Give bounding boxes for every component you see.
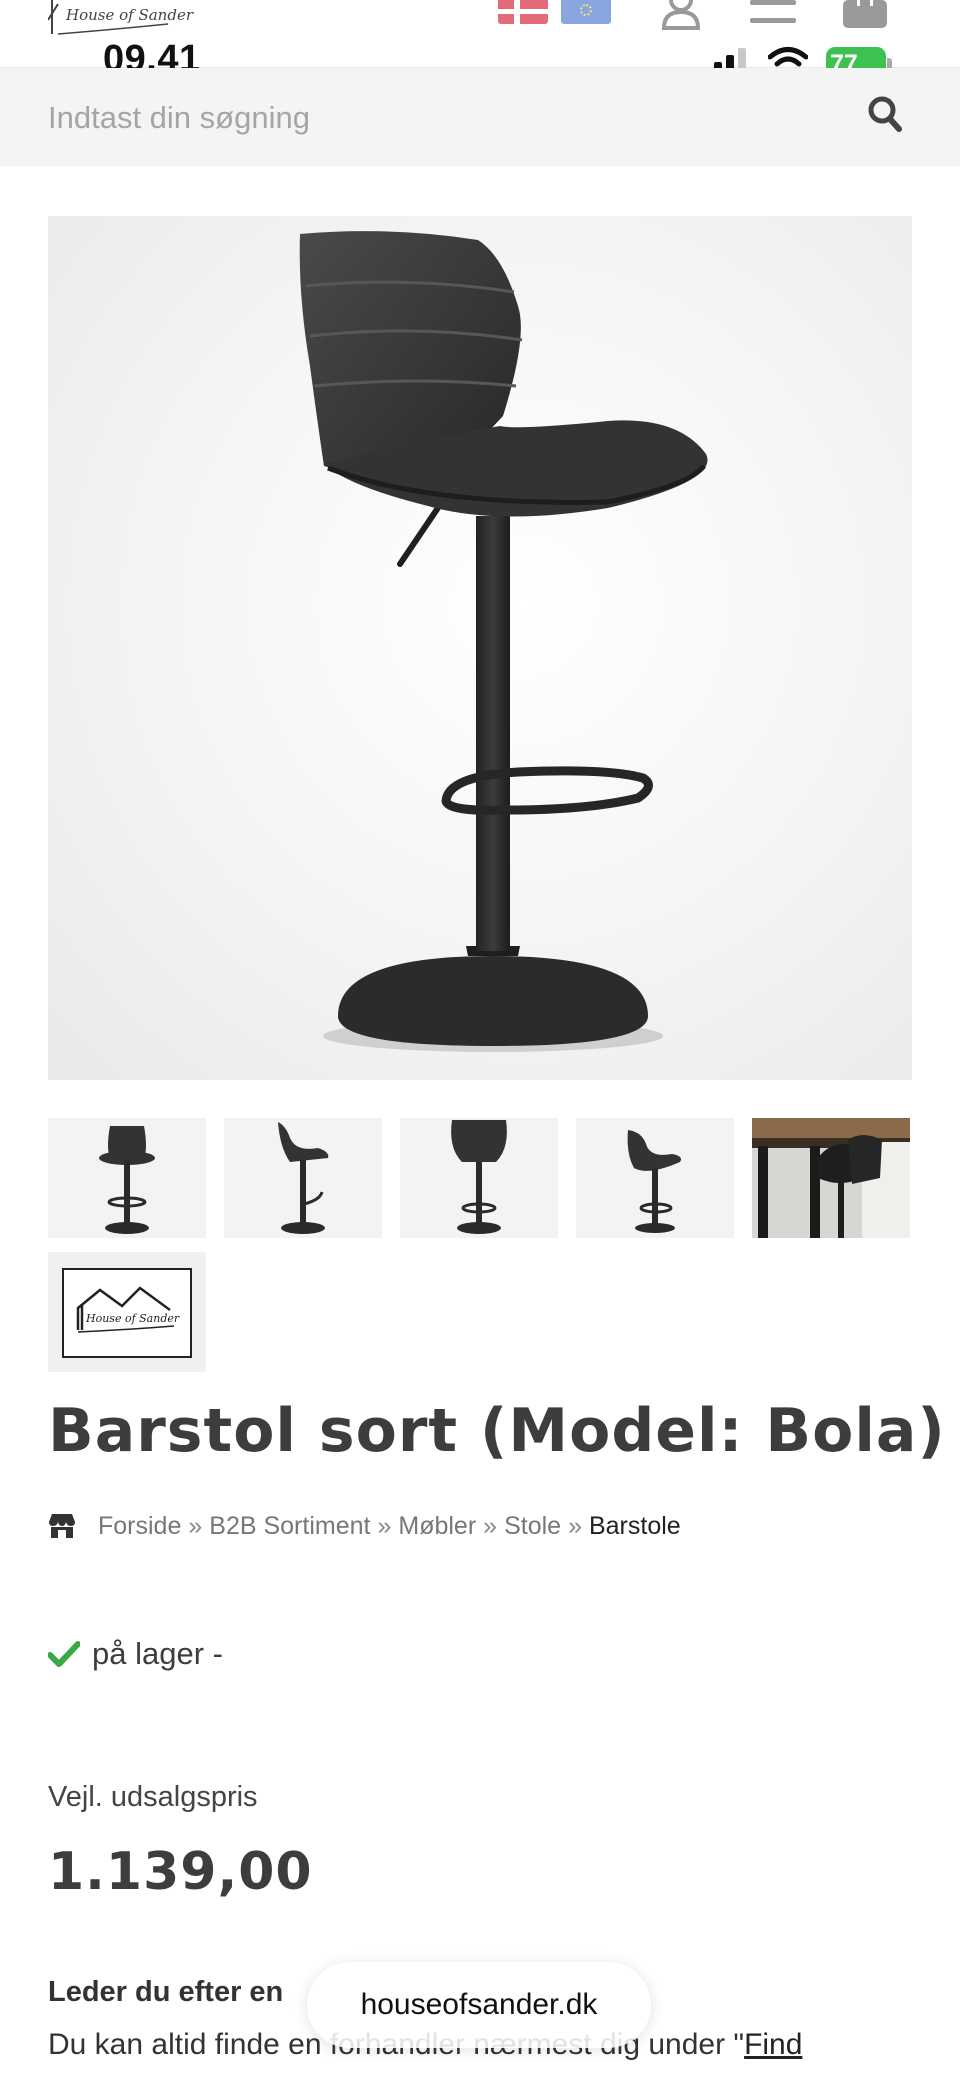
search-bar xyxy=(0,68,960,166)
product-thumbnail[interactable] xyxy=(752,1118,910,1238)
product-thumbnail[interactable] xyxy=(224,1118,382,1238)
breadcrumb-separator: » xyxy=(483,1511,498,1540)
user-icon[interactable] xyxy=(656,0,706,34)
breadcrumb-forside[interactable]: Forside xyxy=(98,1512,181,1541)
product-thumbnail-logo[interactable]: House of Sander xyxy=(48,1252,206,1372)
dealer-text-suffix: " xyxy=(183,2074,194,2078)
browser-url-bar[interactable]: houseofsander.dk xyxy=(307,1962,651,2048)
product-thumbnail[interactable] xyxy=(48,1118,206,1238)
price-label: Vejl. udsalgspris xyxy=(48,1781,258,1813)
breadcrumb: Forside » B2B Sortiment » Møbler » Stole… xyxy=(48,1508,681,1544)
search-input[interactable] xyxy=(48,96,828,140)
breadcrumb-mobler[interactable]: Møbler xyxy=(398,1512,476,1541)
svg-text:House of Sander: House of Sander xyxy=(65,6,194,24)
cart-icon[interactable] xyxy=(843,0,887,34)
menu-icon[interactable] xyxy=(750,0,796,30)
breadcrumb-stole[interactable]: Stole xyxy=(504,1512,561,1541)
svg-text:House of Sander: House of Sander xyxy=(85,1312,180,1325)
stock-text: på lager - xyxy=(92,1636,223,1671)
product-main-image[interactable] xyxy=(48,216,912,1080)
house-of-sander-logo-icon: House of Sander xyxy=(62,1268,192,1358)
eu-flag-icon[interactable] xyxy=(561,0,611,24)
dealer-heading: Leder du efter en xyxy=(48,1976,284,2008)
product-title: Barstol sort (Model: Bola) xyxy=(48,1396,946,1466)
search-icon[interactable] xyxy=(866,94,906,138)
danish-flag-icon[interactable] xyxy=(498,0,548,24)
checkmark-icon xyxy=(48,1641,80,1667)
stock-status: på lager - xyxy=(48,1634,223,1674)
breadcrumb-b2b-sortiment[interactable]: B2B Sortiment xyxy=(209,1512,370,1541)
product-thumbnail[interactable] xyxy=(576,1118,734,1238)
breadcrumb-current: Barstole xyxy=(588,1511,681,1540)
breadcrumb-separator: » xyxy=(188,1511,203,1540)
product-price: 1.139,00 xyxy=(48,1842,313,1902)
breadcrumb-separator: » xyxy=(377,1511,392,1540)
product-thumbnail[interactable] xyxy=(400,1118,558,1238)
shop-icon xyxy=(49,1514,75,1538)
breadcrumb-separator: » xyxy=(568,1511,582,1540)
